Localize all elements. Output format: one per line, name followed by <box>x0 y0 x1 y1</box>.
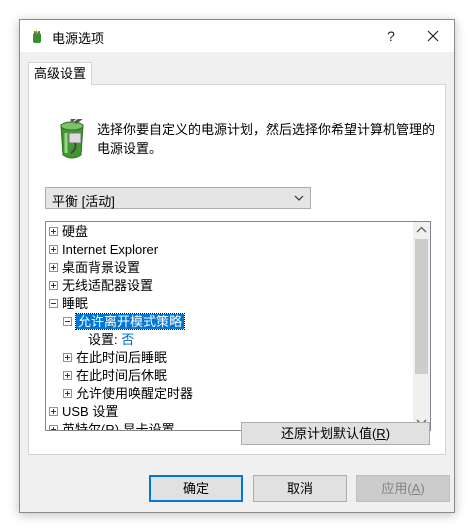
close-icon <box>427 30 439 42</box>
title-bar: 电源选项 ? <box>20 20 454 52</box>
collapse-icon[interactable] <box>63 317 72 327</box>
expand-icon[interactable] <box>63 371 72 381</box>
expand-icon[interactable] <box>49 281 58 291</box>
tree-item-label: USB 设置 <box>62 404 119 419</box>
expand-icon[interactable] <box>49 407 58 417</box>
collapse-icon[interactable] <box>49 299 58 309</box>
description-text: 选择你要自定义的电源计划，然后选择你希望计算机管理的电源设置。 <box>97 122 436 156</box>
tree-item-setting[interactable]: 设置: 否 <box>88 331 134 349</box>
tree-item-sleep[interactable]: 睡眠 <box>49 295 88 313</box>
apply-button[interactable]: 应用(A) <box>356 475 450 502</box>
tree-item-label: 在此时间后睡眠 <box>76 350 168 365</box>
setting-label: 设置: <box>88 332 118 347</box>
plan-select[interactable]: 平衡 [活动] <box>45 187 311 209</box>
tree-item-label: 允许离开模式策略 <box>74 313 186 330</box>
settings-tree[interactable]: 硬盘 Internet Explorer 桌面背景设置 无线适配器设置 睡眠 允… <box>45 221 431 431</box>
restore-text: 还原计划默认值( <box>280 426 377 441</box>
tree-item-sleep-after[interactable]: 在此时间后睡眠 <box>63 349 167 367</box>
tree-item-intel-graphics[interactable]: 英特尔(R) 显卡设置 <box>49 421 175 431</box>
tree-item-desktop-background[interactable]: 桌面背景设置 <box>49 259 140 277</box>
tree-item-hibernate-after[interactable]: 在此时间后休眠 <box>63 367 167 385</box>
chevron-down-icon <box>294 195 304 201</box>
scroll-thumb[interactable] <box>415 239 428 374</box>
close-button[interactable] <box>412 20 454 52</box>
battery-plug-icon <box>60 119 84 159</box>
tree-item-label: 英特尔(R) 显卡设置 <box>62 422 175 431</box>
expand-icon[interactable] <box>63 353 72 363</box>
tree-item-label: 硬盘 <box>62 224 89 239</box>
expand-icon[interactable] <box>49 263 58 273</box>
power-options-dialog: 电源选项 ? 高级设置 选择你要自定义的电源计划，然后选择你希望计算机管理的电源… <box>19 19 455 513</box>
tree-item-label: 在此时间后休眠 <box>76 368 168 383</box>
advanced-settings-panel: 选择你要自定义的电源计划，然后选择你希望计算机管理的电源设置。 平衡 [活动] … <box>28 84 446 455</box>
restore-access-key: R <box>376 426 386 441</box>
restore-suffix: ) <box>385 426 391 441</box>
tree-item-label: 无线适配器设置 <box>62 278 154 293</box>
expand-icon[interactable] <box>49 227 58 237</box>
tree-item-away-mode-policy[interactable]: 允许离开模式策略 <box>63 313 186 331</box>
plan-select-value: 平衡 [活动] <box>52 194 115 209</box>
tree-item-internet-explorer[interactable]: Internet Explorer <box>49 241 158 259</box>
expand-icon[interactable] <box>49 425 58 430</box>
tree-item-wireless-adapter[interactable]: 无线适配器设置 <box>49 277 153 295</box>
cancel-button[interactable]: 取消 <box>253 475 347 502</box>
ok-button[interactable]: 确定 <box>149 475 243 502</box>
tree-item-usb-settings[interactable]: USB 设置 <box>49 403 118 421</box>
scroll-up-arrow-icon[interactable] <box>413 222 430 239</box>
tree-item-label: 桌面背景设置 <box>62 260 141 275</box>
tree-item-hard-disk[interactable]: 硬盘 <box>49 223 88 241</box>
apply-suffix: ) <box>420 481 425 496</box>
tree-item-label: 允许使用唤醒定时器 <box>76 386 194 401</box>
expand-icon[interactable] <box>63 389 72 399</box>
tab-advanced-settings[interactable]: 高级设置 <box>28 62 92 85</box>
help-button[interactable]: ? <box>372 20 410 52</box>
tree-scrollbar[interactable] <box>413 222 430 430</box>
tree-item-wake-timers[interactable]: 允许使用唤醒定时器 <box>63 385 193 403</box>
tree-item-label: 睡眠 <box>62 296 89 311</box>
apply-text: 应用( <box>381 481 412 496</box>
power-options-icon <box>33 29 41 43</box>
window-title: 电源选项 <box>52 31 105 46</box>
expand-icon[interactable] <box>49 245 58 255</box>
restore-defaults-button[interactable]: 还原计划默认值(R) <box>241 422 430 445</box>
tree-item-label: Internet Explorer <box>62 242 159 257</box>
setting-value[interactable]: 否 <box>121 332 134 347</box>
